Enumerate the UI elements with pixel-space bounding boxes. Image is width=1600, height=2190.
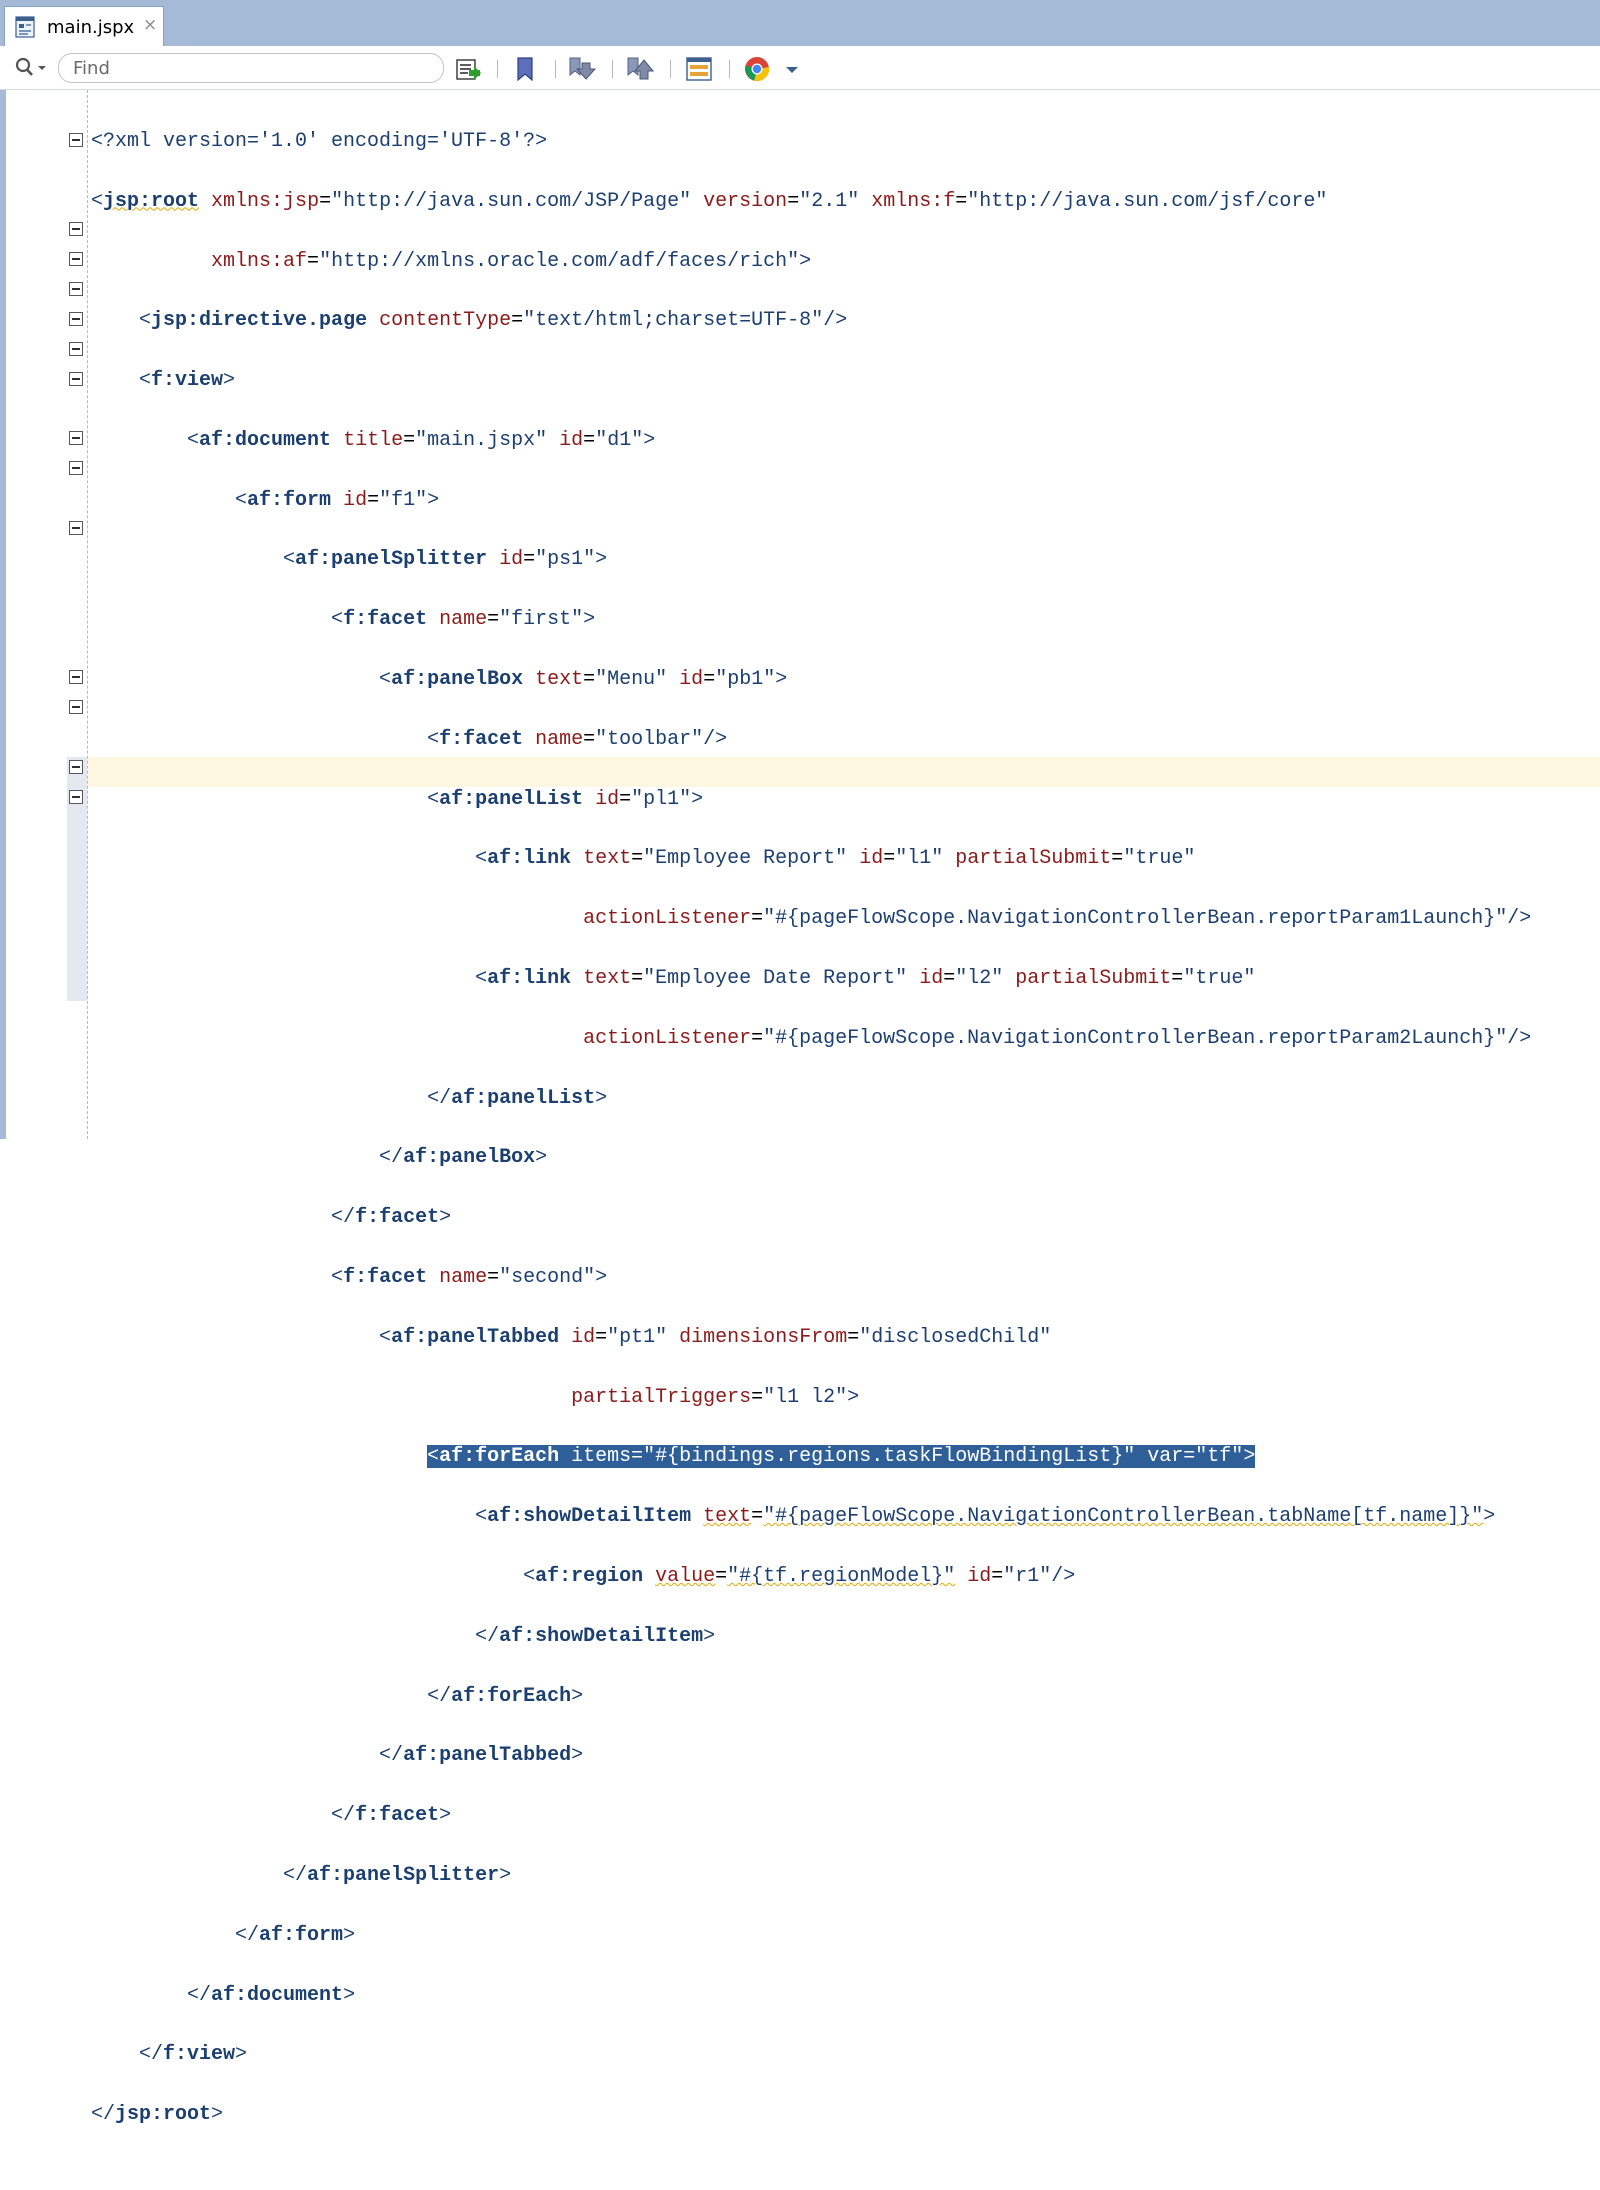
code-line: <af:panelTabbed id="pt1" dimensionsFrom=…: [379, 1325, 1052, 1349]
fold-toggle-icon[interactable]: [69, 372, 83, 386]
fold-toggle-icon[interactable]: [69, 461, 83, 475]
code-line: partialTriggers="l1 l2">: [571, 1385, 860, 1409]
code-line: </af:panelList>: [427, 1086, 608, 1110]
jspx-file-icon: [15, 16, 35, 38]
code-line: <af:document title="main.jspx" id="d1">: [187, 428, 656, 452]
code-line: <af:link text="Employee Date Report" id=…: [475, 967, 1256, 991]
fold-toggle-icon[interactable]: [69, 342, 83, 356]
toolbar-separator: [497, 60, 498, 78]
toolbar-separator: [729, 60, 730, 78]
code-line: actionListener="#{pageFlowScope.Navigati…: [583, 1026, 1532, 1050]
fold-toggle-icon[interactable]: [69, 282, 83, 296]
find-input[interactable]: [58, 53, 444, 83]
selected-text[interactable]: <af:forEach items="#{bindings.regions.ta…: [427, 1445, 1256, 1469]
fold-toggle-icon[interactable]: [69, 312, 83, 326]
code-line: </f:view>: [139, 2043, 248, 2067]
code-line: <af:showDetailItem text="#{pageFlowScope…: [475, 1505, 1496, 1529]
code-line: <f:view>: [139, 369, 236, 393]
code-line: <af:panelSplitter id="ps1">: [283, 548, 608, 572]
fold-toggle-icon[interactable]: [69, 521, 83, 535]
code-line: <af:region value="#{tf.regionModel}" id=…: [523, 1565, 1076, 1589]
code-line: <f:facet name="first">: [331, 608, 596, 632]
gutter-divider: [87, 90, 88, 1139]
fold-toggle-icon[interactable]: [69, 760, 83, 774]
code-line: <f:facet name="second">: [331, 1266, 608, 1290]
fold-toggle-icon[interactable]: [69, 431, 83, 445]
code-line: </af:panelSplitter>: [283, 1864, 512, 1888]
code-line: </jsp:root>: [91, 2103, 224, 2127]
go-to-line-icon[interactable]: [454, 55, 482, 83]
code-line: </af:panelTabbed>: [379, 1744, 584, 1768]
structure-view-icon[interactable]: [685, 55, 713, 83]
fold-toggle-icon[interactable]: [69, 133, 83, 147]
toolbar-separator: [555, 60, 556, 78]
code-line: actionListener="#{pageFlowScope.Navigati…: [583, 907, 1532, 931]
code-line: xmlns:af="http://xmlns.oracle.com/adf/fa…: [211, 249, 812, 273]
editor-left-edge: [0, 90, 6, 1139]
editor-toolbar: [0, 46, 1600, 90]
fold-toggle-icon[interactable]: [69, 252, 83, 266]
toolbar-separator: [670, 60, 671, 78]
code-line: </af:forEach>: [427, 1684, 584, 1708]
fold-toggle-icon[interactable]: [69, 790, 83, 804]
code-line: </f:facet>: [331, 1804, 452, 1828]
next-bookmark-icon[interactable]: [568, 55, 596, 83]
code-line: <af:panelList id="pl1">: [427, 787, 704, 811]
close-icon[interactable]: ×: [143, 15, 157, 35]
code-line: <af:form id="f1">: [235, 488, 440, 512]
code-text[interactable]: <?xml version='1.0' encoding='UTF-8'?> <…: [91, 97, 1531, 2190]
fold-toggle-icon[interactable]: [69, 222, 83, 236]
bookmark-icon[interactable]: [511, 55, 539, 83]
tab-main-jspx[interactable]: main.jspx ×: [4, 6, 164, 46]
code-line: </af:document>: [187, 1983, 356, 2007]
code-line: </f:facet>: [331, 1206, 452, 1230]
code-line: </af:panelBox>: [379, 1146, 548, 1170]
chevron-down-icon[interactable]: [780, 55, 804, 83]
code-line: <af:panelBox text="Menu" id="pb1">: [379, 668, 788, 692]
previous-bookmark-icon[interactable]: [626, 55, 654, 83]
code-line: <f:facet name="toolbar"/>: [427, 727, 728, 751]
browser-preview-icon[interactable]: [743, 55, 771, 83]
search-icon[interactable]: [14, 57, 48, 79]
code-line: <?xml version='1.0' encoding='UTF-8'?>: [91, 129, 548, 153]
code-line: </af:showDetailItem>: [475, 1624, 716, 1648]
toolbar-separator: [612, 60, 613, 78]
code-line: <jsp:root xmlns:jsp="http://java.sun.com…: [91, 189, 1328, 213]
code-line: </af:form>: [235, 1923, 356, 1947]
code-editor[interactable]: <?xml version='1.0' encoding='UTF-8'?> <…: [0, 90, 1600, 2126]
tab-label: main.jspx: [47, 17, 135, 38]
editor-tab-bar: main.jspx ×: [0, 0, 1600, 46]
code-line: <af:forEach items="#{bindings.regions.ta…: [91, 1442, 1531, 1472]
code-line: <jsp:directive.page contentType="text/ht…: [139, 309, 848, 333]
fold-toggle-icon[interactable]: [69, 700, 83, 714]
code-line: <af:link text="Employee Report" id="l1" …: [475, 847, 1196, 871]
fold-toggle-icon[interactable]: [69, 670, 83, 684]
